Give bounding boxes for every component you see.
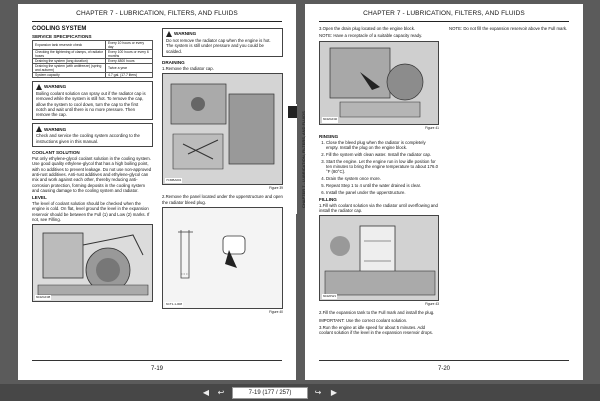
figure-caption: Figure 43 [425,302,439,307]
table-row: System capacity 4.7 gal. (17.7 liters) [31,72,153,78]
list-item: Drain the system once more. [326,176,439,181]
left-page: CHAPTER 7 - LUBRICATION, FILTERS, AND FL… [18,4,296,380]
figure-tag: 6042GF40 [322,117,339,123]
list-item: Close the bleed plug when the radiator i… [326,140,439,151]
previous-page-icon[interactable]: ◀ [200,387,212,398]
figure-tag: 6CT1-1-008 [165,301,184,308]
table-cell: Checking the tightening of clamps, of ra… [31,49,107,59]
warning-label: WARNING [44,84,67,90]
right-page: CHAPTER 7 - LUBRICATION, FILTERS, AND FL… [288,4,583,380]
left-column: 3.Open the drain plug located on the eng… [319,26,439,338]
footer-rule [32,360,282,361]
figure-image: 6042GF40 [319,40,439,125]
table-row: Checking the tightening of clamps, of ra… [31,49,153,59]
figure-tag: 7CMBA001 [165,177,183,184]
figure-image: 6042GF38 [32,224,153,303]
side-tab-label: CHAPTER 7 - LUBRICATION, FILTERS, AND FL… [301,111,306,209]
list-item: Repeat Step 1 to 4 until the water drain… [326,183,439,188]
page-number: 7-20 [437,366,450,372]
table-cell: Twice a year [105,63,153,73]
expansion-reservoir-illustration [320,216,438,301]
step-text: 1.Fill with coolant solution via the rad… [319,202,438,213]
figure-caption: Figure 41 [425,125,439,130]
page-header: CHAPTER 7 - LUBRICATION, FILTERS, AND FL… [363,10,525,17]
warning-icon [36,126,42,133]
draining-step: 1.Remove the radiator cap. [162,65,214,71]
warning-text: Check and service the cooling system acc… [36,133,140,144]
warning-text: Boiling coolant solution can spray out i… [36,91,146,118]
warning-label: WARNING [174,31,197,37]
warning-box: WARNING Boiling coolant solution can spr… [32,81,153,121]
expansion-tank-illustration [33,225,152,302]
draining-step: 2.Remove the panel located under the upp… [162,194,283,205]
page-header: CHAPTER 7 - LUBRICATION, FILTERS, AND FL… [76,10,238,17]
list-item: Start the engine. Let the engine run in … [326,159,439,175]
next-page-icon[interactable]: ▶ [328,387,340,398]
viewer-toolbar: ◀ ↩ 7-19 (177 / 257) ↪ ▶ [0,384,600,401]
figure-image: 6CT1-1-008 [162,207,283,310]
figure-caption: Figure 39 [269,186,283,191]
warning-icon [36,84,42,90]
header-rule [32,21,282,22]
note-text: NOTE: Have a receptacle of a suitable ca… [319,33,423,39]
warning-text: Do not remove the radiator cap when the … [166,38,271,54]
header-rule [319,21,569,22]
page-indicator-input[interactable]: 7-19 (177 / 257) [232,387,308,399]
warning-box: WARNING Check and service the cooling sy… [32,123,153,148]
warning-icon [166,31,172,37]
back-icon[interactable]: ↩ [215,387,227,398]
step-text: 3.Open the drain plug located on the eng… [319,26,416,31]
table-cell: 4.7 gal. (17.7 liters) [105,72,153,78]
table-cell: Every 10 hours or every day [105,40,153,50]
figure-image: 7CMBA001 [162,73,283,186]
right-column: WARNING Do not remove the radiator cap w… [162,26,283,318]
important-text: IMPORTANT: Use the correct coolant solut… [319,317,408,323]
figure-tag: 6042GF38 [35,295,52,301]
forward-icon[interactable]: ↪ [312,387,324,398]
list-item: Fill the system with clean water. Instal… [326,152,439,157]
side-tab-marker [288,106,297,118]
section-title: COOLING SYSTEM [32,26,87,32]
warning-label: WARNING [44,126,67,132]
side-tab [288,104,297,214]
level-text: The level of coolant solution should be … [32,201,150,223]
note-text: NOTE: Do not fill the expansion reservoi… [449,26,568,31]
footer-rule [319,360,569,361]
right-column: NOTE: Do not fill the expansion reservoi… [449,26,569,33]
rinsing-steps: Close the bleed plug when the radiator i… [319,140,439,195]
coolant-text: Put only ethylene-glycol coolant solutio… [32,156,152,193]
table-row: Expansion tank reservoir check Every 10 h… [31,40,153,50]
warning-box: WARNING Do not remove the radiator cap w… [162,28,283,57]
step-text: 2.Fill the expansion tank to the Full ma… [319,310,435,316]
table-cell: Every 100 hours or every 6 months [105,49,153,59]
step-text: 3.Run the engine at idle speed for about… [319,325,433,336]
figure-caption: Figure 40 [269,310,283,315]
drain-plug-illustration [320,41,438,124]
table-row: Draining the system (with antifreeze) (s… [31,63,153,73]
list-item: Install the panel under the upperstructu… [326,190,439,195]
radiator-cap-illustration [163,74,282,185]
figure-tag: 6042FW1 [322,293,338,300]
table-cell: Expansion tank reservoir check [31,40,107,50]
spec-table: Expansion tank reservoir check Every 10 h… [31,40,153,78]
table-cell: System capacity [31,72,107,78]
table-cell: Draining the system (with antifreeze) (s… [31,63,107,73]
bleed-plug-illustration [163,208,282,309]
page-number: 7-19 [150,366,163,372]
figure-image: 6042FW1 [319,215,439,302]
left-column: COOLING SYSTEM SERVICE SPECIFICATIONS Ex… [31,26,153,303]
